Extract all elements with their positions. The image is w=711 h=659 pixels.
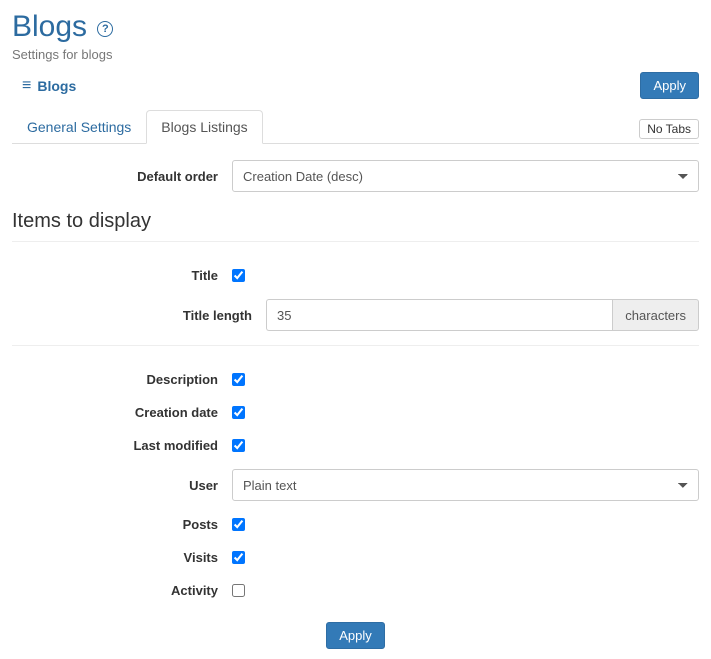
checkbox-visits[interactable]	[232, 551, 245, 564]
page-title: Blogs ?	[12, 10, 699, 43]
tab-bar: General Settings Blogs Listings No Tabs	[12, 109, 699, 144]
tab-blogs-listings[interactable]: Blogs Listings	[146, 110, 262, 144]
footer-actions: Apply	[12, 622, 699, 649]
row-title-length: Title length characters	[12, 299, 699, 331]
section-divider-1	[12, 241, 699, 242]
label-posts: Posts	[12, 517, 232, 532]
row-last-modified: Last modified	[12, 436, 699, 455]
breadcrumb-blogs[interactable]: Blogs	[22, 77, 76, 94]
checkbox-posts[interactable]	[232, 518, 245, 531]
row-activity: Activity	[12, 581, 699, 600]
checkbox-last-modified[interactable]	[232, 439, 245, 452]
page-subtitle: Settings for blogs	[12, 47, 699, 62]
row-title: Title	[12, 266, 699, 285]
row-user: User Plain text	[12, 469, 699, 501]
breadcrumb-label: Blogs	[37, 78, 76, 94]
label-description: Description	[12, 372, 232, 387]
row-visits: Visits	[12, 548, 699, 567]
addon-characters: characters	[612, 299, 699, 331]
apply-button-top[interactable]: Apply	[640, 72, 699, 99]
list-icon	[22, 77, 31, 94]
checkbox-activity[interactable]	[232, 584, 245, 597]
select-user[interactable]: Plain text	[232, 469, 699, 501]
label-visits: Visits	[12, 550, 232, 565]
section-title-items: Items to display	[12, 210, 699, 233]
title-text: Blogs	[12, 10, 87, 43]
row-default-order: Default order Creation Date (desc)	[12, 160, 699, 192]
section-divider-2	[12, 345, 699, 346]
row-description: Description	[12, 370, 699, 389]
label-title: Title	[12, 268, 232, 283]
input-title-length[interactable]	[266, 299, 612, 331]
apply-button-bottom[interactable]: Apply	[326, 622, 385, 649]
label-title-length: Title length	[46, 308, 266, 323]
toolbar: Blogs Apply	[12, 72, 699, 99]
label-creation-date: Creation date	[12, 405, 232, 420]
row-creation-date: Creation date	[12, 403, 699, 422]
input-group-title-length: characters	[266, 299, 699, 331]
row-posts: Posts	[12, 515, 699, 534]
tab-general-settings[interactable]: General Settings	[12, 110, 146, 144]
select-default-order[interactable]: Creation Date (desc)	[232, 160, 699, 192]
label-user: User	[12, 478, 232, 493]
tabs: General Settings Blogs Listings	[12, 109, 263, 143]
label-default-order: Default order	[12, 169, 232, 184]
help-icon[interactable]: ?	[97, 21, 113, 37]
checkbox-title[interactable]	[232, 269, 245, 282]
checkbox-description[interactable]	[232, 373, 245, 386]
checkbox-creation-date[interactable]	[232, 406, 245, 419]
label-last-modified: Last modified	[12, 438, 232, 453]
label-activity: Activity	[12, 583, 232, 598]
no-tabs-button[interactable]: No Tabs	[639, 119, 699, 139]
